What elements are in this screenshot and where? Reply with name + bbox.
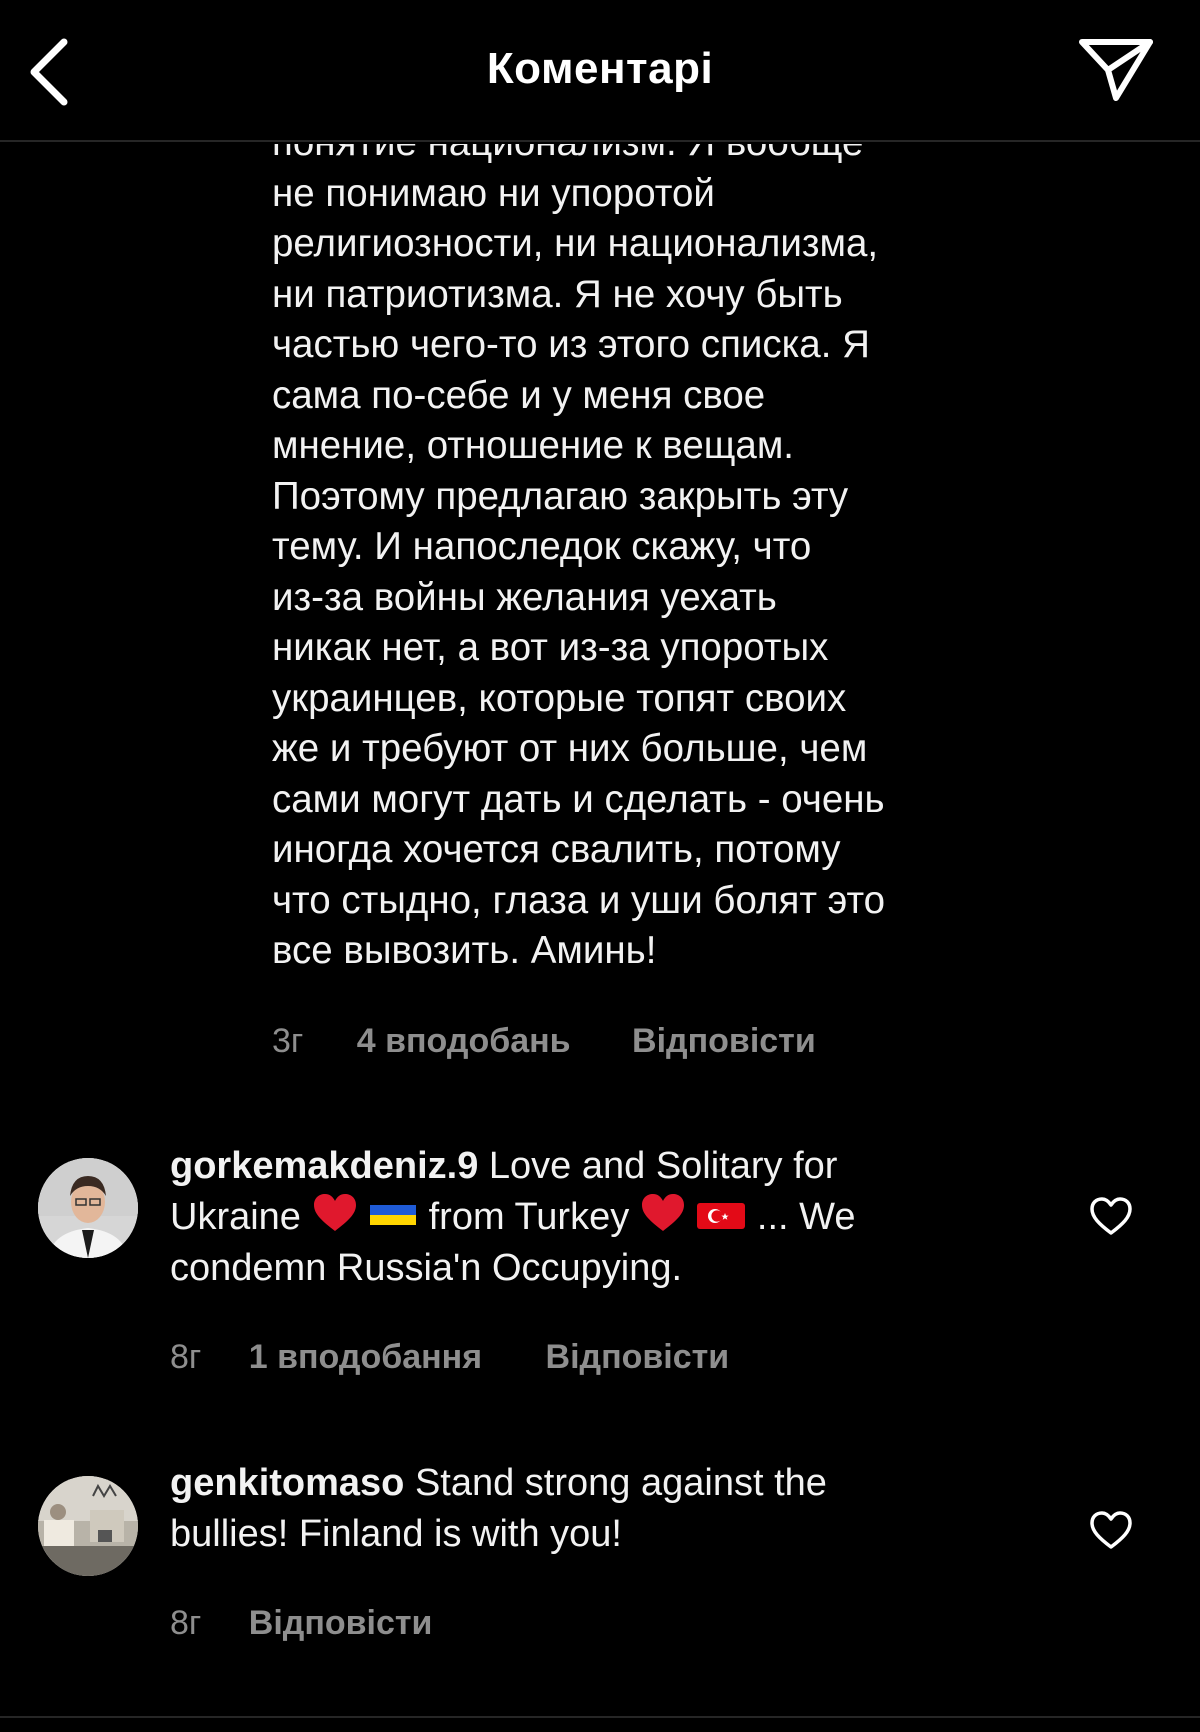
comment-text: Ukraine [170,1196,312,1238]
divider [0,1716,1200,1718]
comment-text: Love and Solitary for [478,1145,838,1187]
reply-button[interactable]: Відповісти [632,1022,816,1061]
comment-line: мнение, отношение к вещам. [272,424,794,467]
comment-line: понятие национализм. Я вообще [272,144,1052,169]
comment-line: все вывозить. Аминь! [272,929,657,972]
comment-time: 3г [272,1022,304,1060]
comment-meta: 3г 4 вподобань Відповісти [272,1022,816,1061]
reply-button[interactable]: Відповісти [546,1338,730,1377]
comment-username[interactable]: genkitomaso [170,1462,404,1504]
comment-time: 8г [170,1338,202,1376]
comment-line: что стыдно, глаза и уши болят это [272,878,886,922]
comment-text: condemn Russia'n Occupying. [170,1247,683,1289]
comment-line: сама по-себе и у меня свое [272,373,766,417]
comment-body: понятие национализм. Я вообще не понимаю… [272,144,1052,977]
comment-item: gorkemakdeniz.9 Love and Solitary for Uk… [0,1145,1200,1346]
red-heart-emoji-icon [313,1194,356,1231]
share-button[interactable] [1078,34,1154,106]
comment-line: тему. И напоследок скажу, что [272,525,812,568]
comment-text: bullies! Finland is with you! [170,1513,622,1555]
comment-line: из-за войны желания уехать [272,575,777,619]
direct-send-icon [1079,39,1153,101]
comment-line: украинцев, которые топят своих [272,676,847,720]
header-bar: Коментарі [0,0,1200,142]
comment-time: 8г [170,1604,202,1642]
comment-username[interactable]: gorkemakdeniz.9 [170,1145,478,1187]
comment-line: же и требуют от них больше, чем [272,727,868,770]
like-button[interactable] [1088,1196,1134,1238]
comment-meta: 8г 1 вподобання Відповісти [170,1338,729,1377]
comment-line: ни патриотизма. Я не хочу быть [272,272,843,316]
comment-line: иногда хочется свалить, потому [272,828,841,871]
comment-text: Stand strong against the [404,1462,827,1504]
comment-body: genkitomaso Stand strong against the bul… [170,1458,1010,1560]
comment-body: gorkemakdeniz.9 Love and Solitary for Uk… [170,1141,1010,1294]
red-heart-emoji-icon [641,1194,684,1231]
likes-count[interactable]: 4 вподобань [357,1022,571,1061]
comment-line: не понимаю ни упоротой [272,171,715,215]
likes-count[interactable]: 1 вподобання [249,1338,482,1377]
comments-list[interactable]: понятие национализм. Я вообще не понимаю… [0,144,1200,1732]
heart-outline-icon [1090,1197,1132,1235]
comment-text: from Turkey [418,1196,640,1238]
turkey-flag-icon [697,1203,746,1229]
comment-line: частью чего-то из этого списка. Я [272,323,870,366]
comment-item: genkitomaso Stand strong against the bul… [0,1462,1200,1622]
comment-line: Поэтому предлагаю закрыть эту [272,474,849,518]
ukraine-flag-icon [370,1205,417,1225]
comment-line: сами могут дать и сделать - очень [272,777,885,821]
page-title: Коментарі [486,44,714,93]
comment-meta: 8г Відповісти [170,1604,432,1643]
user-avatar [38,1158,138,1258]
user-avatar [38,1476,138,1576]
comments-screen: Коментарі понятие национализм. Я вообще … [0,0,1200,1732]
comment-line: религиозности, ни национализма, [272,222,879,265]
heart-outline-icon [1090,1511,1132,1549]
avatar[interactable] [38,1158,138,1258]
comment-line: никак нет, а вот из-за упоротых [272,626,829,669]
comment-text: ... We [756,1196,856,1238]
like-button[interactable] [1088,1510,1134,1552]
avatar[interactable] [38,1476,138,1576]
reply-button[interactable]: Відповісти [249,1604,433,1643]
